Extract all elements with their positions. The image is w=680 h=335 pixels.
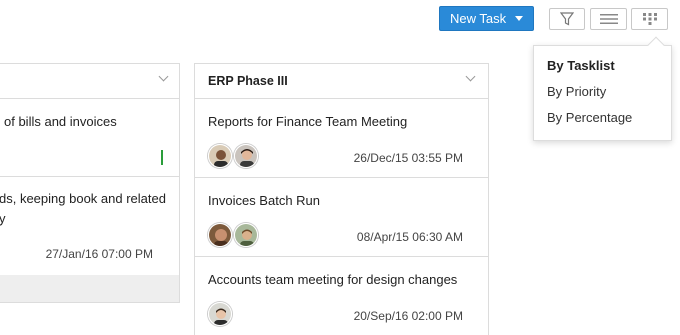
filter-icon — [560, 12, 574, 26]
assignee-avatars — [208, 223, 260, 247]
task-date: 26/Dec/15 03:55 PM — [353, 151, 463, 165]
column-title: ERP Phase III — [208, 74, 288, 88]
chevron-down-icon[interactable] — [158, 71, 169, 82]
task-card[interactable]: Reports for Finance Team Meeting 26/Dec/… — [195, 99, 488, 178]
status-indicator — [161, 150, 163, 165]
task-date: 08/Apr/15 06:30 AM — [356, 230, 463, 244]
group-by-menu: By Tasklist By Priority By Percentage — [533, 36, 672, 141]
task-card[interactable]: Accounts team meeting for design changes… — [195, 257, 488, 335]
task-title-continued: y — [0, 211, 6, 226]
column-footer — [0, 275, 179, 302]
task-card[interactable]: Invoices Batch Run 08/Apr/15 06:30 AM — [195, 178, 488, 257]
avatar[interactable] — [208, 144, 232, 168]
column-header: ERP Phase III — [195, 64, 488, 99]
task-title: ds, keeping book and related — [0, 191, 166, 206]
caret-down-icon — [515, 16, 524, 21]
column-header — [0, 64, 179, 99]
menu-item-by-priority[interactable]: By Priority — [547, 84, 606, 99]
assignee-avatars — [208, 302, 234, 326]
menu-item-by-percentage[interactable]: By Percentage — [547, 110, 632, 125]
new-task-button[interactable]: New Task — [439, 6, 534, 31]
task-title: Accounts team meeting for design changes — [208, 272, 458, 287]
task-card[interactable]: of bills and invoices — [0, 99, 179, 177]
avatar[interactable] — [208, 302, 232, 326]
menu-pointer — [647, 36, 665, 54]
grid-view-button[interactable] — [631, 8, 668, 30]
avatar[interactable] — [208, 223, 232, 247]
tasklist-column: ERP Phase III Reports for Finance Team M… — [194, 63, 489, 335]
filter-button[interactable] — [549, 8, 585, 30]
tasklist-column: of bills and invoices ds, keeping book a… — [0, 63, 180, 303]
chevron-down-icon[interactable] — [465, 71, 476, 82]
task-title: of bills and invoices — [4, 114, 117, 129]
list-view-icon — [599, 14, 618, 24]
avatar[interactable] — [234, 223, 258, 247]
task-title: Invoices Batch Run — [208, 193, 321, 208]
task-board: New Task of bills and invoices ds, keepi… — [0, 0, 680, 335]
new-task-label: New Task — [450, 11, 507, 26]
list-view-button[interactable] — [590, 8, 627, 30]
grid-view-icon — [642, 13, 657, 25]
assignee-avatars — [208, 144, 260, 168]
task-date: 27/Jan/16 07:00 PM — [45, 247, 153, 261]
task-title: Reports for Finance Team Meeting — [208, 114, 408, 129]
task-date: 20/Sep/16 02:00 PM — [353, 309, 463, 323]
task-card[interactable]: ds, keeping book and related y 27/Jan/16… — [0, 177, 179, 276]
menu-item-by-tasklist[interactable]: By Tasklist — [547, 58, 615, 73]
avatar[interactable] — [234, 144, 258, 168]
